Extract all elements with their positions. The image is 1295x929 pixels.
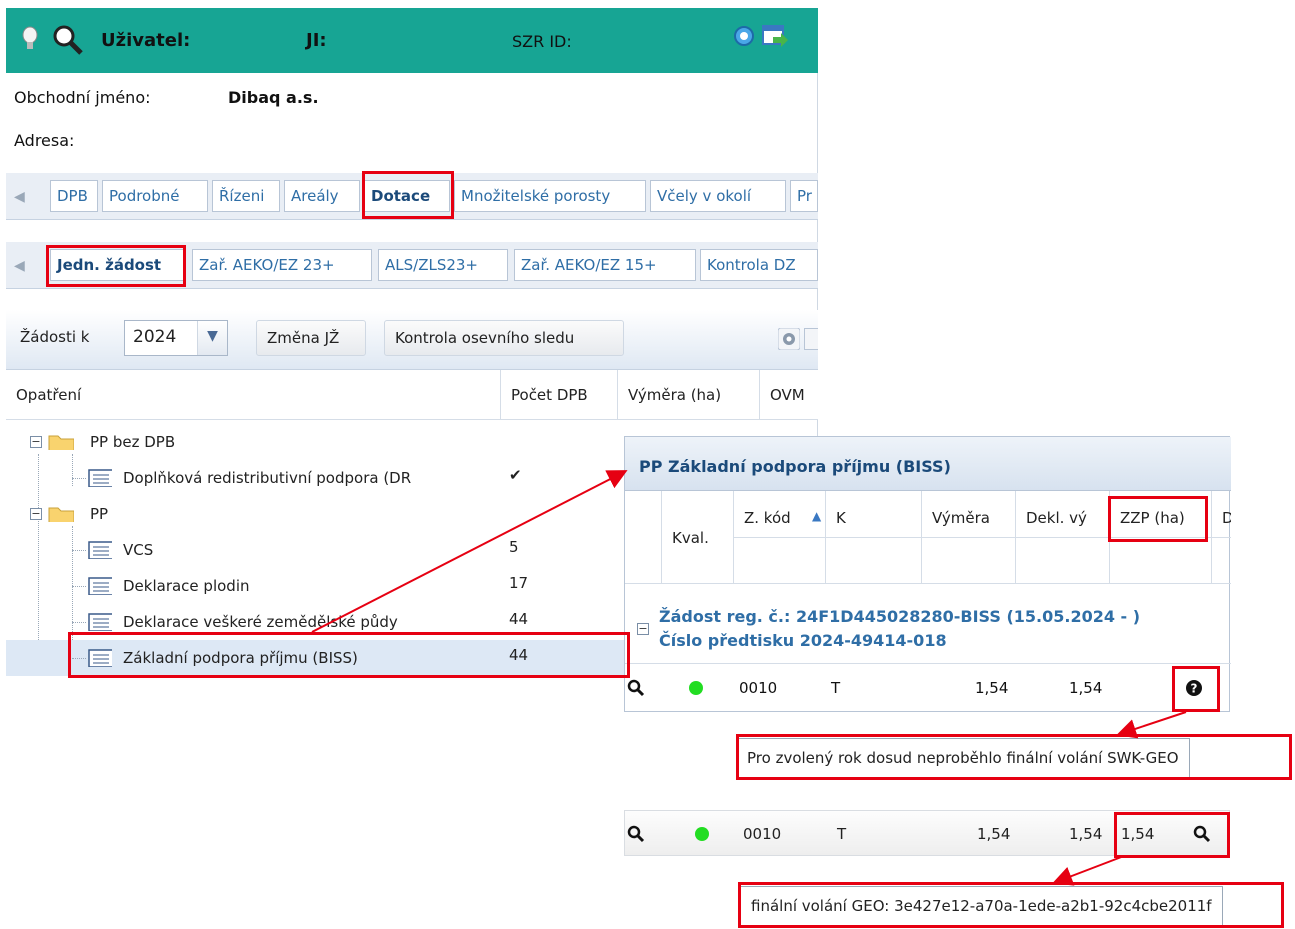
arrow-value-to-tooltip2 [1052, 855, 1125, 886]
arrow-row-to-panel [311, 470, 628, 633]
arrow-icon-to-tooltip1 [1116, 711, 1187, 739]
annotation-arrows [311, 470, 1187, 886]
